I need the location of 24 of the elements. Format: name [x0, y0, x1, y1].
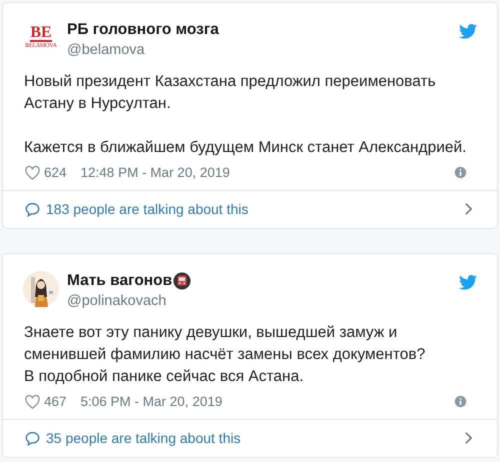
author-handle[interactable]: @polinakovach — [67, 291, 451, 311]
tweet-time[interactable]: 12:48 PM - Mar 20, 2019 — [80, 165, 454, 180]
comment-icon — [25, 202, 40, 216]
bird-icon[interactable] — [459, 275, 477, 290]
heart-icon[interactable] — [25, 394, 40, 408]
talking-link[interactable]: 35 people are talking about this — [46, 430, 458, 446]
chevron-icon[interactable] — [464, 431, 473, 445]
tweet-time[interactable]: 5:06 PM - Mar 20, 2019 — [80, 394, 454, 409]
chevron-icon[interactable] — [464, 202, 473, 216]
comment-icon — [25, 430, 40, 446]
tweet-text: Кажется в ближайшем будущем Минск станет Александрией. — [24, 138, 468, 158]
tweet-text: Знаете вот эту панику девушки, вышедшей замуж и сменившей фамилию насчёт замены всех документов? В подобной панике сейчас вся Астана. — [24, 323, 426, 387]
author-handle[interactable]: @belamova — [67, 40, 451, 60]
author-name[interactable]: Мать вагонов — [67, 271, 172, 291]
talking-link[interactable]: 183 people are talking about this — [46, 201, 458, 217]
info-icon[interactable] — [454, 395, 467, 408]
bird-icon[interactable] — [459, 24, 477, 39]
logo-text: BE — [30, 25, 52, 42]
like-count: 624 — [44, 165, 67, 180]
tweet-text: Новый президент Казахстана предложил переименовать Астану в Нурсултан. — [24, 72, 437, 114]
author-name[interactable]: РБ головного мозга — [67, 20, 219, 40]
info-icon[interactable] — [454, 166, 467, 179]
like-count: 467 — [44, 394, 67, 409]
heart-icon[interactable] — [25, 166, 40, 180]
